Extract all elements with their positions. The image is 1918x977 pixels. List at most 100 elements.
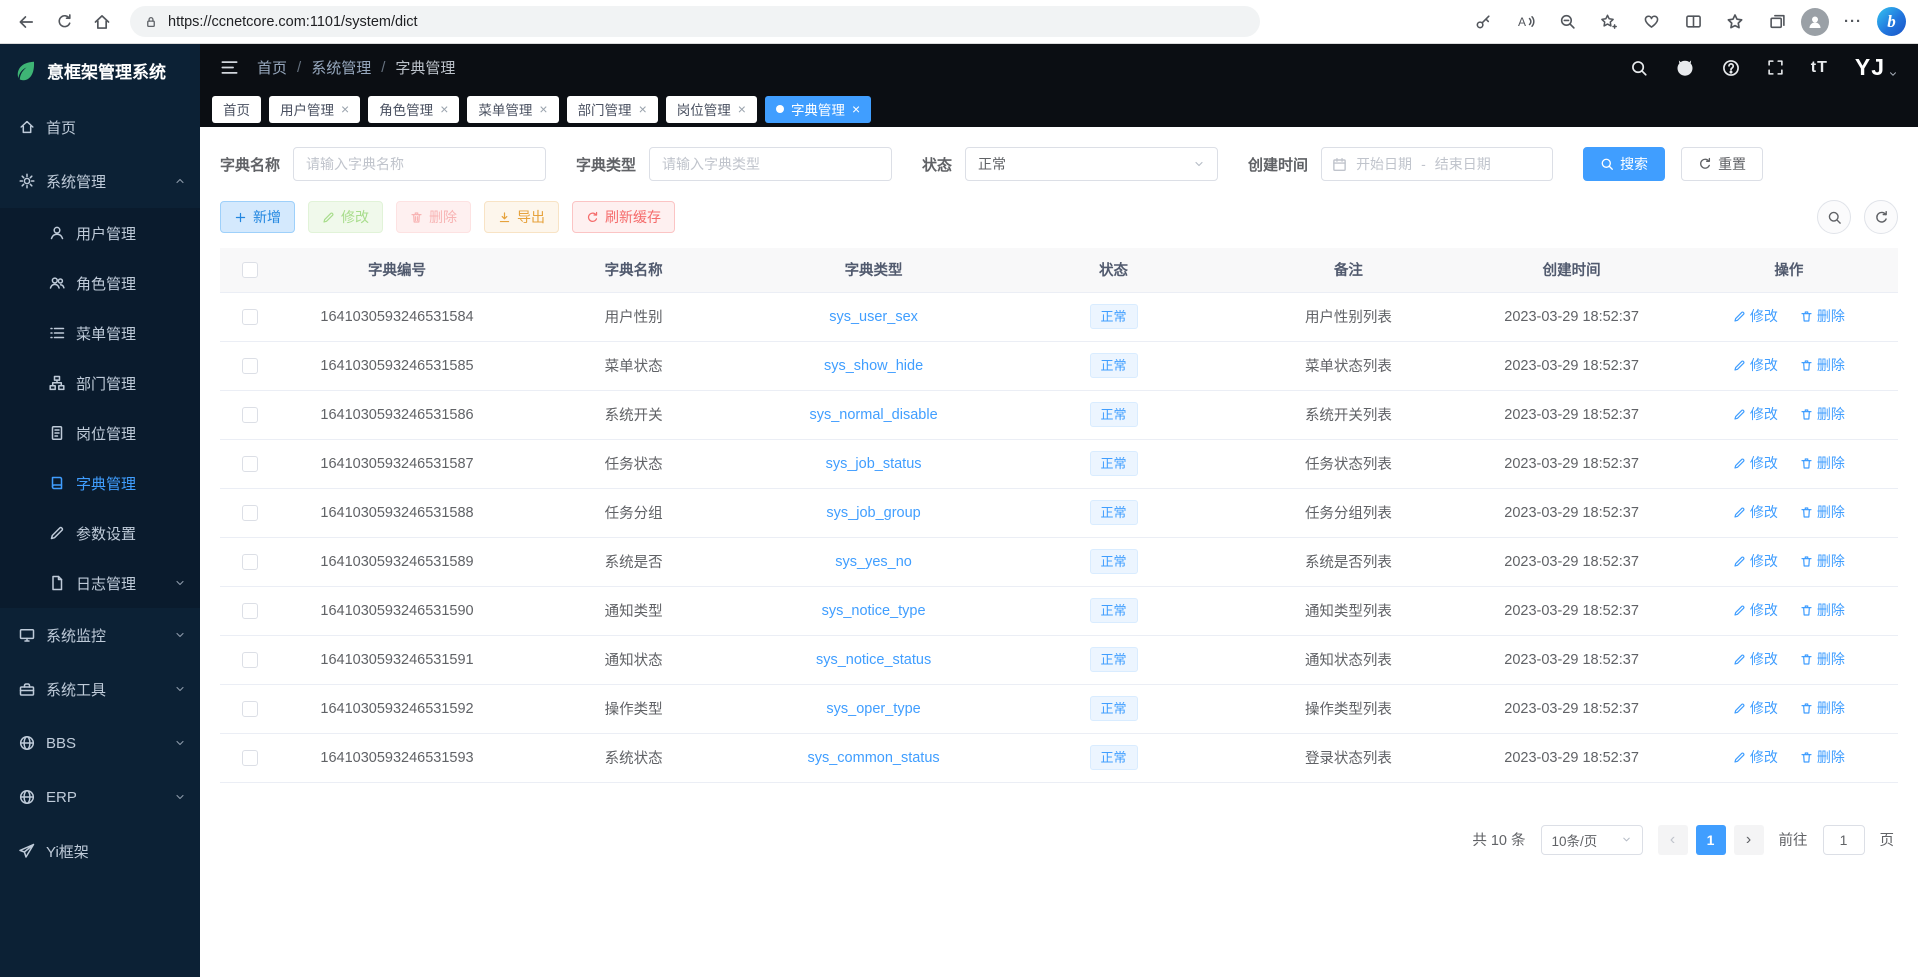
refresh-cache-button[interactable]: 刷新缓存 — [572, 201, 675, 233]
collections-button[interactable] — [1759, 5, 1795, 39]
dict-type-input[interactable] — [649, 147, 892, 181]
tab-dict-mgmt[interactable]: 字典管理× — [765, 96, 871, 123]
row-checkbox[interactable] — [242, 652, 258, 668]
tab-close-icon[interactable]: × — [539, 102, 547, 116]
sidebar-item-home[interactable]: 首页 — [0, 100, 200, 154]
row-edit-button[interactable]: 修改 — [1733, 649, 1778, 669]
tab-close-icon[interactable]: × — [440, 102, 448, 116]
status-select[interactable]: 正常 — [965, 147, 1218, 181]
read-aloud-button[interactable]: A — [1507, 5, 1543, 39]
sidebar-item-monitor[interactable]: 系统监控 — [0, 608, 200, 662]
tab-post-mgmt[interactable]: 岗位管理× — [666, 96, 757, 123]
delete-button[interactable]: 删除 — [396, 201, 471, 233]
row-edit-button[interactable]: 修改 — [1733, 600, 1778, 620]
row-checkbox[interactable] — [242, 358, 258, 374]
dict-type-link[interactable]: sys_normal_disable — [809, 407, 937, 423]
row-edit-button[interactable]: 修改 — [1733, 404, 1778, 424]
table-row[interactable]: 1641030593246531593 系统状态 sys_common_stat… — [220, 733, 1898, 782]
row-edit-button[interactable]: 修改 — [1733, 698, 1778, 718]
row-delete-button[interactable]: 删除 — [1800, 698, 1845, 718]
prev-page-button[interactable]: ‹ — [1658, 825, 1688, 855]
url-text[interactable]: https://ccnetcore.com:1101/system/dict — [168, 14, 418, 30]
dict-name-input[interactable] — [293, 147, 546, 181]
row-delete-button[interactable]: 删除 — [1800, 649, 1845, 669]
table-row[interactable]: 1641030593246531586 系统开关 sys_normal_disa… — [220, 390, 1898, 439]
tab-home[interactable]: 首页 — [212, 96, 261, 123]
row-edit-button[interactable]: 修改 — [1733, 747, 1778, 767]
row-checkbox[interactable] — [242, 456, 258, 472]
dict-type-link[interactable]: sys_user_sex — [829, 309, 918, 325]
sidebar-item-erp[interactable]: ERP — [0, 770, 200, 824]
row-edit-button[interactable]: 修改 — [1733, 551, 1778, 571]
dict-type-link[interactable]: sys_show_hide — [824, 358, 923, 374]
row-checkbox[interactable] — [242, 554, 258, 570]
row-checkbox[interactable] — [242, 505, 258, 521]
profile-avatar[interactable] — [1801, 8, 1829, 36]
dict-type-link[interactable]: sys_job_status — [826, 456, 922, 472]
table-row[interactable]: 1641030593246531585 菜单状态 sys_show_hide 正… — [220, 341, 1898, 390]
row-checkbox[interactable] — [242, 701, 258, 717]
tab-close-icon[interactable]: × — [852, 102, 860, 116]
header-brand-logo[interactable]: YJ — [1855, 54, 1898, 81]
breadcrumb-system[interactable]: 系统管理 — [311, 57, 371, 78]
tab-close-icon[interactable]: × — [639, 102, 647, 116]
select-all-checkbox[interactable] — [242, 262, 258, 278]
add-button[interactable]: 新增 — [220, 201, 295, 233]
table-row[interactable]: 1641030593246531592 操作类型 sys_oper_type 正… — [220, 684, 1898, 733]
goto-page-input[interactable] — [1823, 825, 1865, 855]
row-checkbox[interactable] — [242, 407, 258, 423]
dict-type-link[interactable]: sys_notice_status — [816, 652, 931, 668]
dict-type-link[interactable]: sys_oper_type — [826, 701, 920, 717]
tab-user-mgmt[interactable]: 用户管理× — [269, 96, 360, 123]
dict-type-link[interactable]: sys_common_status — [807, 750, 939, 766]
table-row[interactable]: 1641030593246531590 通知类型 sys_notice_type… — [220, 586, 1898, 635]
bing-sidebar-button[interactable]: b — [1877, 7, 1906, 36]
breadcrumb-home[interactable]: 首页 — [257, 57, 287, 78]
row-delete-button[interactable]: 删除 — [1800, 502, 1845, 522]
table-row[interactable]: 1641030593246531584 用户性别 sys_user_sex 正常… — [220, 292, 1898, 341]
row-delete-button[interactable]: 删除 — [1800, 453, 1845, 473]
dict-type-link[interactable]: sys_notice_type — [822, 603, 926, 619]
sidebar-item-post-mgmt[interactable]: 岗位管理 — [0, 408, 200, 458]
row-delete-button[interactable]: 删除 — [1800, 747, 1845, 767]
row-delete-button[interactable]: 删除 — [1800, 355, 1845, 375]
tab-dept-mgmt[interactable]: 部门管理× — [567, 96, 658, 123]
help-icon[interactable] — [1722, 59, 1740, 77]
row-edit-button[interactable]: 修改 — [1733, 306, 1778, 326]
table-row[interactable]: 1641030593246531588 任务分组 sys_job_group 正… — [220, 488, 1898, 537]
row-checkbox[interactable] — [242, 603, 258, 619]
search-icon[interactable] — [1630, 59, 1648, 77]
tab-close-icon[interactable]: × — [341, 102, 349, 116]
row-edit-button[interactable]: 修改 — [1733, 502, 1778, 522]
sidebar-item-menu-mgmt[interactable]: 菜单管理 — [0, 308, 200, 358]
row-checkbox[interactable] — [242, 750, 258, 766]
edit-button[interactable]: 修改 — [308, 201, 383, 233]
sidebar-item-param-settings[interactable]: 参数设置 — [0, 508, 200, 558]
browser-more-button[interactable]: ··· — [1835, 5, 1871, 39]
row-delete-button[interactable]: 删除 — [1800, 404, 1845, 424]
fullscreen-icon[interactable] — [1767, 59, 1784, 76]
row-checkbox[interactable] — [242, 309, 258, 325]
reset-button[interactable]: 重置 — [1681, 147, 1763, 181]
split-screen-button[interactable] — [1675, 5, 1711, 39]
browser-refresh-button[interactable] — [46, 5, 82, 39]
browser-essentials-button[interactable] — [1633, 5, 1669, 39]
github-icon[interactable] — [1675, 58, 1695, 78]
table-row[interactable]: 1641030593246531587 任务状态 sys_job_status … — [220, 439, 1898, 488]
row-edit-button[interactable]: 修改 — [1733, 355, 1778, 375]
next-page-button[interactable]: › — [1734, 825, 1764, 855]
refresh-table-button[interactable] — [1864, 200, 1898, 234]
table-row[interactable]: 1641030593246531589 系统是否 sys_yes_no 正常 系… — [220, 537, 1898, 586]
sidebar-item-dept-mgmt[interactable]: 部门管理 — [0, 358, 200, 408]
favorites-add-button[interactable] — [1591, 5, 1627, 39]
sidebar-item-yi-framework[interactable]: Yi框架 — [0, 824, 200, 878]
export-button[interactable]: 导出 — [484, 201, 559, 233]
zoom-button[interactable] — [1549, 5, 1585, 39]
sidebar-item-system[interactable]: 系统管理 — [0, 154, 200, 208]
sidebar-item-dict-mgmt[interactable]: 字典管理 — [0, 458, 200, 508]
sidebar-item-role-mgmt[interactable]: 角色管理 — [0, 258, 200, 308]
row-edit-button[interactable]: 修改 — [1733, 453, 1778, 473]
row-delete-button[interactable]: 删除 — [1800, 600, 1845, 620]
search-button[interactable]: 搜索 — [1583, 147, 1665, 181]
hamburger-icon[interactable] — [220, 58, 239, 77]
